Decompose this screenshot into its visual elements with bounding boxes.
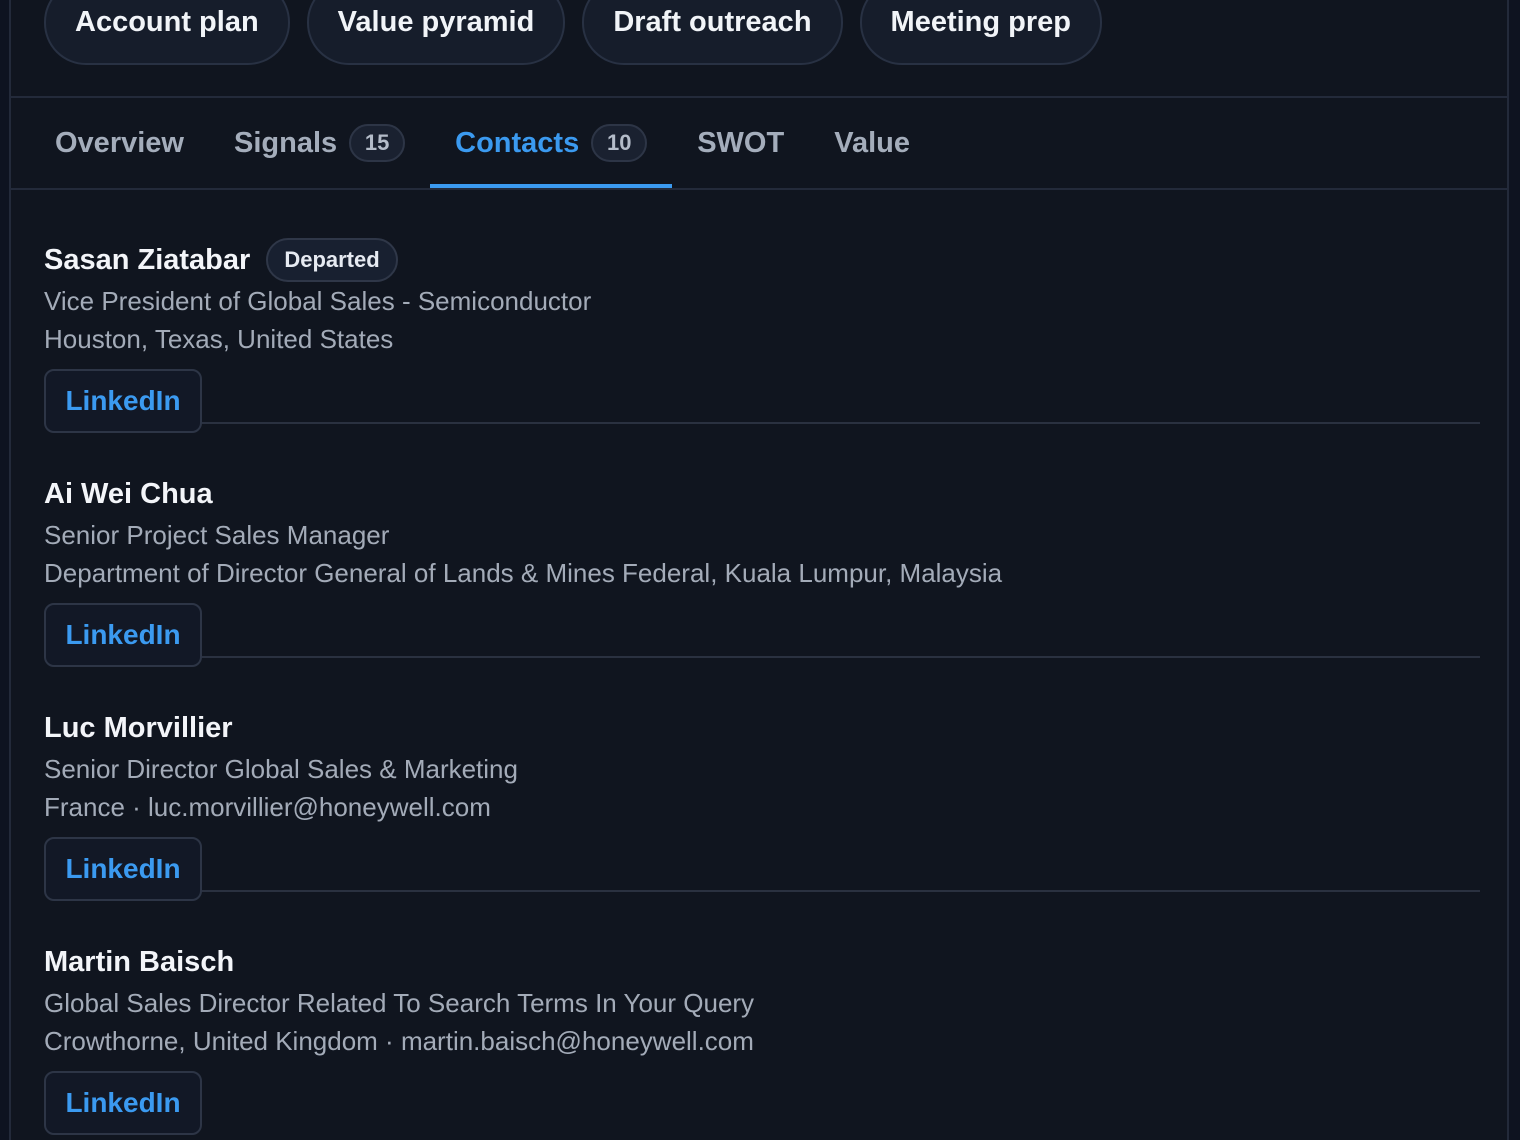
contact-name: Ai Wei Chua xyxy=(44,477,213,510)
list-item: Luc Morvillier Senior Director Global Sa… xyxy=(44,658,1480,901)
linkedin-button[interactable]: LinkedIn xyxy=(44,1071,202,1135)
contact-location: Crowthorne, United Kingdom · martin.bais… xyxy=(44,1026,754,1056)
contact-title: Senior Director Global Sales & Marketing xyxy=(44,754,518,784)
contact-title: Senior Project Sales Manager xyxy=(44,520,390,550)
tab-label: Contacts xyxy=(455,126,580,159)
contact-header: Luc Morvillier xyxy=(44,706,1480,750)
account-plan-button[interactable]: Account plan xyxy=(44,0,290,65)
value-pyramid-button[interactable]: Value pyramid xyxy=(306,0,566,65)
contact-location: France · luc.morvillier@honeywell.com xyxy=(44,792,491,822)
contact-header: Ai Wei Chua xyxy=(44,472,1480,516)
tab-label: Overview xyxy=(55,126,184,159)
tab-signals[interactable]: Signals 15 xyxy=(209,98,430,188)
tab-label: Value xyxy=(834,126,910,159)
quick-actions: Account plan Value pyramid Draft outreac… xyxy=(44,0,1102,65)
list-item: Ai Wei Chua Senior Project Sales Manager… xyxy=(44,424,1480,667)
contact-name: Luc Morvillier xyxy=(44,711,233,744)
contact-name: Sasan Ziatabar xyxy=(44,243,251,276)
contact-header: Martin Baisch xyxy=(44,940,1480,984)
list-item: Martin Baisch Global Sales Director Rela… xyxy=(44,892,1480,1135)
contact-location: Department of Director General of Lands … xyxy=(44,558,1003,588)
meeting-prep-button[interactable]: Meeting prep xyxy=(859,0,1102,65)
tab-bar: Overview Signals 15 Contacts 10 SWOT Val… xyxy=(30,98,935,188)
contact-header: Sasan Ziatabar Departed xyxy=(44,238,1480,282)
signals-count-badge: 15 xyxy=(349,124,406,162)
tab-contacts[interactable]: Contacts 10 xyxy=(430,98,673,188)
contact-title: Vice President of Global Sales - Semicon… xyxy=(44,286,592,316)
contact-title: Global Sales Director Related To Search … xyxy=(44,988,755,1018)
account-panel: Account plan Value pyramid Draft outreac… xyxy=(9,0,1509,1140)
contact-name: Martin Baisch xyxy=(44,945,235,978)
tab-overview[interactable]: Overview xyxy=(30,98,209,188)
contact-location: Houston, Texas, United States xyxy=(44,324,394,354)
list-item: Sasan Ziatabar Departed Vice President o… xyxy=(44,190,1480,433)
draft-outreach-button[interactable]: Draft outreach xyxy=(582,0,843,65)
tab-swot[interactable]: SWOT xyxy=(672,98,809,188)
contact-list: Sasan Ziatabar Departed Vice President o… xyxy=(44,190,1480,1135)
tab-value[interactable]: Value xyxy=(809,98,935,188)
contacts-count-badge: 10 xyxy=(591,124,648,162)
tab-label: Signals xyxy=(233,126,338,159)
tab-label: SWOT xyxy=(697,126,785,159)
status-badge: Departed xyxy=(266,238,398,282)
